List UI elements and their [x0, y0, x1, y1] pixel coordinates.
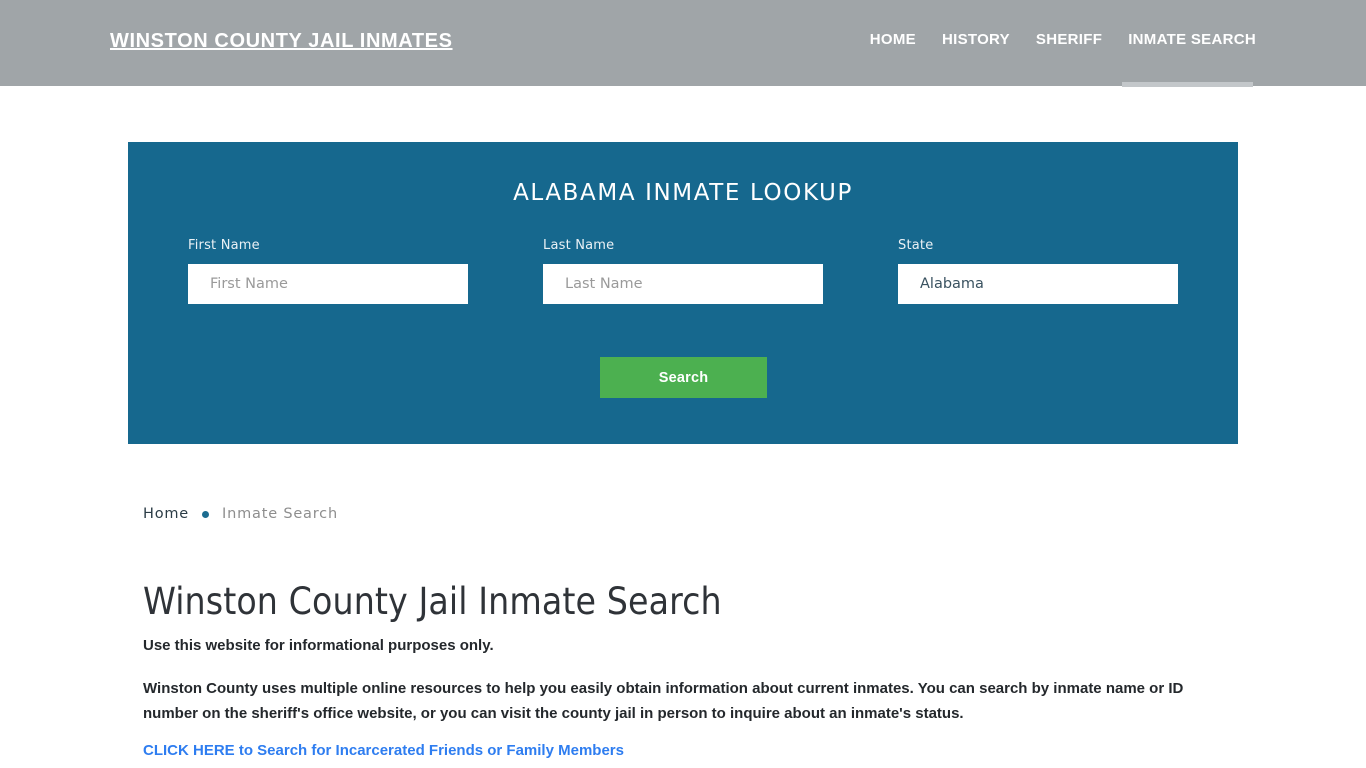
breadcrumb-item-home[interactable]: Home [143, 506, 189, 522]
page-title: Winston County Jail Inmate Search [143, 580, 722, 623]
last-name-input[interactable] [543, 264, 823, 304]
first-name-input[interactable] [188, 264, 468, 304]
nav-item-inmate-search[interactable]: INMATE SEARCH [1128, 31, 1256, 48]
last-name-label: Last Name [543, 238, 615, 253]
first-name-label: First Name [188, 238, 260, 253]
nav-item-sheriff[interactable]: SHERIFF [1036, 31, 1102, 48]
main-navigation: HOME HISTORY SHERIFF INMATE SEARCH [870, 31, 1256, 48]
last-name-field-group: Last Name [543, 238, 823, 304]
breadcrumb-item-current: Inmate Search [222, 506, 338, 522]
state-field-group: State Alabama [898, 238, 1178, 304]
nav-item-history[interactable]: HISTORY [942, 31, 1010, 48]
breadcrumb: Home Inmate Search [143, 506, 338, 522]
breadcrumb-separator-dot-icon [202, 510, 210, 518]
active-nav-indicator [1122, 82, 1253, 87]
inmate-search-cta-link[interactable]: CLICK HERE to Search for Incarcerated Fr… [143, 742, 624, 759]
page-lede-text: Use this website for informational purpo… [143, 637, 494, 654]
site-brand-logo[interactable]: WINSTON COUNTY JAIL INMATES [110, 30, 453, 53]
search-button[interactable]: Search [600, 357, 767, 398]
state-select[interactable]: Alabama [898, 264, 1178, 304]
lookup-panel-title: ALABAMA INMATE LOOKUP [513, 180, 853, 206]
page-body-paragraph: Winston County uses multiple online reso… [143, 680, 1184, 722]
inmate-lookup-panel: ALABAMA INMATE LOOKUP First Name Last Na… [128, 142, 1238, 444]
state-label: State [898, 238, 934, 253]
first-name-field-group: First Name [188, 238, 468, 304]
site-header: WINSTON COUNTY JAIL INMATES HOME HISTORY… [0, 0, 1366, 87]
nav-item-home[interactable]: HOME [870, 31, 916, 48]
